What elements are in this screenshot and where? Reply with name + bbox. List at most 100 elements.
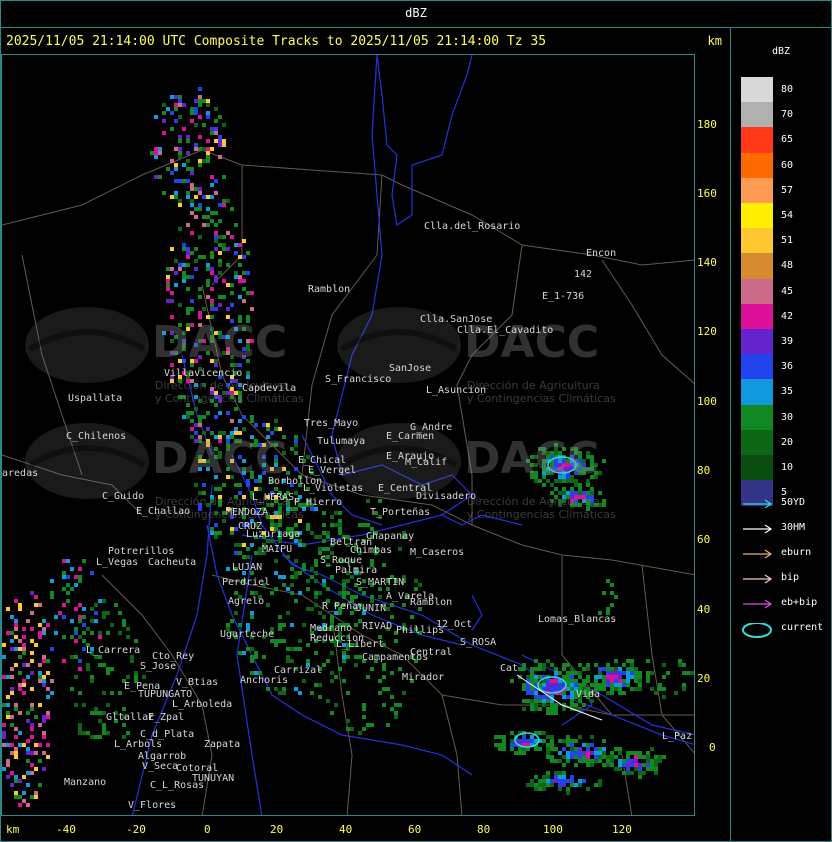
radar-echo-pixel — [282, 691, 286, 695]
radar-map[interactable]: DACC DACC DACC DACC Dirección de Agricul… — [1, 54, 695, 816]
radar-echo-pixel — [234, 427, 238, 431]
radar-echo-pixel — [210, 303, 214, 307]
radar-echo-pixel — [594, 747, 598, 751]
radar-echo-pixel — [2, 723, 6, 727]
radar-echo-pixel — [298, 691, 302, 695]
radar-echo-pixel — [598, 755, 602, 759]
radar-echo-pixel — [598, 759, 602, 763]
radar-echo-pixel — [238, 623, 242, 627]
radar-echo-pixel — [666, 671, 670, 675]
radar-echo-pixel — [222, 175, 226, 179]
radar-echo-pixel — [610, 603, 614, 607]
radar-echo-pixel — [98, 663, 102, 667]
radar-echo-pixel — [530, 707, 534, 711]
radar-echo-pixel — [74, 631, 78, 635]
radar-echo-pixel — [566, 755, 570, 759]
radar-echo-pixel — [106, 667, 110, 671]
radar-echo-pixel — [290, 447, 294, 451]
radar-echo-pixel — [230, 235, 234, 239]
radar-echo-pixel — [542, 739, 546, 743]
radar-echo-pixel — [62, 575, 66, 579]
place-label: Potrerillos — [108, 546, 175, 557]
radar-echo-pixel — [638, 767, 642, 771]
radar-echo-pixel — [294, 439, 298, 443]
radar-echo-pixel — [342, 579, 346, 583]
radar-echo-pixel — [626, 755, 630, 759]
radar-echo-pixel — [34, 751, 38, 755]
radar-echo-pixel — [238, 255, 242, 259]
radar-echo-pixel — [550, 779, 554, 783]
radar-echo-pixel — [214, 523, 218, 527]
radar-echo-pixel — [190, 111, 194, 115]
radar-echo-pixel — [214, 415, 218, 419]
radar-echo-pixel — [578, 751, 582, 755]
radar-echo-pixel — [646, 763, 650, 767]
radar-echo-pixel — [598, 683, 602, 687]
colorbar-label: 80 — [781, 84, 794, 95]
radar-echo-pixel — [566, 671, 570, 675]
radar-echo-pixel — [162, 111, 166, 115]
radar-echo-pixel — [614, 667, 618, 671]
radar-echo-pixel — [194, 259, 198, 263]
radar-echo-pixel — [614, 595, 618, 599]
radar-echo-pixel — [110, 691, 114, 695]
place-label: L_Vegas — [96, 557, 139, 568]
colorbar-label: 20 — [781, 436, 794, 448]
radar-echo-pixel — [162, 191, 166, 195]
radar-echo-pixel — [530, 691, 534, 695]
radar-echo-pixel — [238, 543, 242, 547]
radar-echo-pixel — [594, 755, 598, 759]
radar-echo-pixel — [558, 759, 562, 763]
radar-echo-pixel — [546, 771, 550, 775]
radar-echo-pixel — [362, 707, 366, 711]
radar-echo-pixel — [578, 747, 582, 751]
radar-echo-pixel — [278, 575, 282, 579]
radar-echo-pixel — [302, 543, 306, 547]
x-tick-label: 20 — [270, 823, 284, 836]
radar-echo-pixel — [610, 591, 614, 595]
radar-echo-pixel — [546, 783, 550, 787]
radar-echo-pixel — [682, 671, 686, 675]
radar-echo-pixel — [254, 551, 258, 555]
radar-echo-pixel — [50, 647, 54, 651]
radar-echo-pixel — [202, 195, 206, 199]
radar-echo-pixel — [658, 683, 662, 687]
track-legend-item: bip — [741, 570, 831, 588]
radar-echo-pixel — [618, 679, 622, 683]
radar-echo-pixel — [2, 703, 6, 707]
y-tick-label: 120 — [697, 325, 717, 338]
place-label: L_HERAS — [252, 492, 295, 503]
radar-echo-pixel — [218, 259, 222, 263]
radar-echo-pixel — [186, 247, 190, 251]
radar-echo-pixel — [554, 679, 558, 683]
radar-echo-pixel — [22, 691, 26, 695]
radar-echo-pixel — [522, 663, 526, 667]
radar-echo-pixel — [602, 763, 606, 767]
place-label: S_Francisco — [325, 374, 392, 385]
radar-echo-pixel — [678, 659, 682, 663]
radar-echo-pixel — [626, 671, 630, 675]
radar-echo-pixel — [206, 223, 210, 227]
radar-echo-pixel — [218, 235, 222, 239]
radar-echo-pixel — [550, 707, 554, 711]
radar-echo-pixel — [638, 771, 642, 775]
radar-echo-pixel — [210, 271, 214, 275]
radar-echo-pixel — [610, 683, 614, 687]
radar-echo-pixel — [626, 683, 630, 687]
radar-echo-pixel — [362, 715, 366, 719]
radar-echo-pixel — [562, 775, 566, 779]
radar-echo-pixel — [226, 199, 230, 203]
radar-echo-pixel — [250, 307, 254, 311]
radar-echo-pixel — [530, 675, 534, 679]
radar-echo-pixel — [14, 779, 18, 783]
radar-echo-pixel — [570, 775, 574, 779]
radar-echo-pixel — [278, 523, 282, 527]
colorbar-label: 60 — [781, 159, 794, 171]
radar-echo-pixel — [206, 159, 210, 163]
radar-echo-pixel — [66, 559, 70, 563]
radar-echo-pixel — [26, 663, 30, 667]
radar-echo-pixel — [62, 587, 66, 591]
radar-echo-pixel — [386, 607, 390, 611]
radar-echo-pixel — [530, 667, 534, 671]
radar-echo-pixel — [278, 427, 282, 431]
